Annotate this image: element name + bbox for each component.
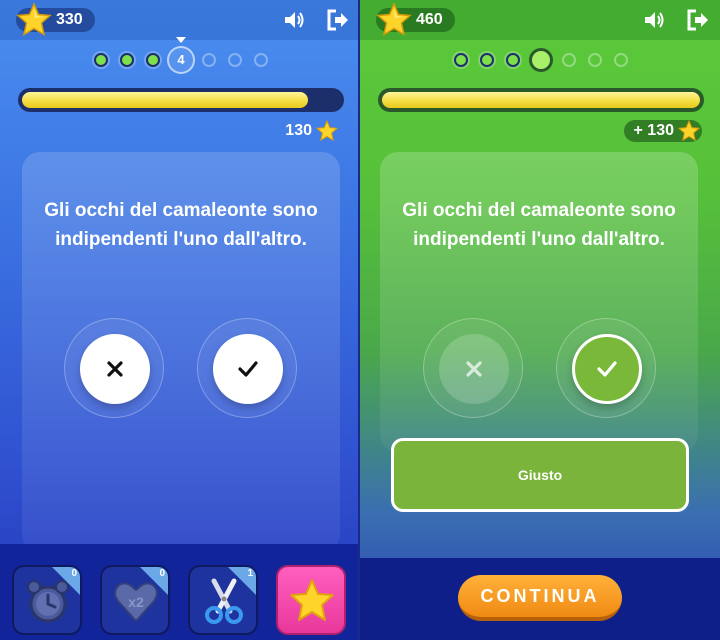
continue-button[interactable]: CONTINUA (458, 575, 622, 621)
answer-true-button[interactable] (213, 334, 283, 404)
star-icon (678, 120, 700, 142)
timer-progress-fill (22, 92, 309, 108)
current-pointer (176, 37, 186, 43)
exit-icon[interactable] (686, 8, 710, 32)
question-progress-dots (360, 46, 720, 74)
timer-progress-bar (18, 88, 344, 112)
check-icon (238, 361, 258, 377)
dot-pending (562, 53, 576, 67)
question-panel: 330 4 130 Gli occhi del camaleonte sono … (0, 0, 360, 640)
question-progress-dots: 4 (0, 46, 358, 74)
answer-false-ring (64, 318, 164, 418)
powerup-star[interactable] (276, 565, 346, 635)
dot-completed (146, 53, 160, 67)
answer-true-ring (197, 318, 297, 418)
answer-result-panel: 460 + 130 Gli occhi del camaleonte sono … (360, 0, 720, 640)
sound-icon[interactable] (642, 8, 666, 32)
result-feedback: Giusto (391, 438, 689, 512)
dot-pending (202, 53, 216, 67)
powerup-scissors[interactable]: 1 (188, 565, 258, 635)
dot-pending (254, 53, 268, 67)
answer-true-ring (556, 318, 656, 418)
powerup-multiplier-label: x2 (128, 594, 144, 610)
answer-true-button (572, 334, 642, 404)
dot-current (529, 48, 553, 72)
top-bar: 460 (360, 0, 720, 40)
reward-points: 130 (285, 120, 340, 142)
question-card: Gli occhi del camaleonte sono indipenden… (380, 152, 698, 452)
powerup-time[interactable]: 0 (12, 565, 82, 635)
reward-points: + 130 (623, 120, 702, 142)
powerup-count: 0 (159, 568, 165, 579)
dot-completed (120, 53, 134, 67)
close-icon (107, 361, 123, 377)
check-icon (597, 361, 617, 377)
dot-completed (454, 53, 468, 67)
exit-icon[interactable] (326, 8, 350, 32)
powerup-count: 1 (247, 568, 253, 579)
sound-icon[interactable] (282, 8, 306, 32)
timer-progress-fill (382, 92, 700, 108)
answer-false-ring (423, 318, 523, 418)
dot-current: 4 (167, 46, 195, 74)
top-bar: 330 (0, 0, 358, 40)
dot-completed (480, 53, 494, 67)
question-text: Gli occhi del camaleonte sono indipenden… (402, 200, 676, 250)
star-icon (290, 579, 334, 621)
dot-completed (506, 53, 520, 67)
dot-pending (614, 53, 628, 67)
dot-completed (94, 53, 108, 67)
timer-progress-bar (378, 88, 704, 112)
answer-false-button[interactable] (80, 334, 150, 404)
powerup-double[interactable]: x2 0 (100, 565, 170, 635)
star-icon (16, 2, 52, 37)
dot-pending (588, 53, 602, 67)
reward-value: + 130 (633, 122, 674, 139)
answer-false-button (439, 334, 509, 404)
reward-value: 130 (285, 122, 312, 139)
star-icon (316, 120, 338, 142)
powerup-count: 0 (71, 568, 77, 579)
question-text: Gli occhi del camaleonte sono indipenden… (44, 200, 318, 250)
close-icon (466, 361, 482, 377)
star-icon (376, 2, 412, 37)
dot-pending (228, 53, 242, 67)
